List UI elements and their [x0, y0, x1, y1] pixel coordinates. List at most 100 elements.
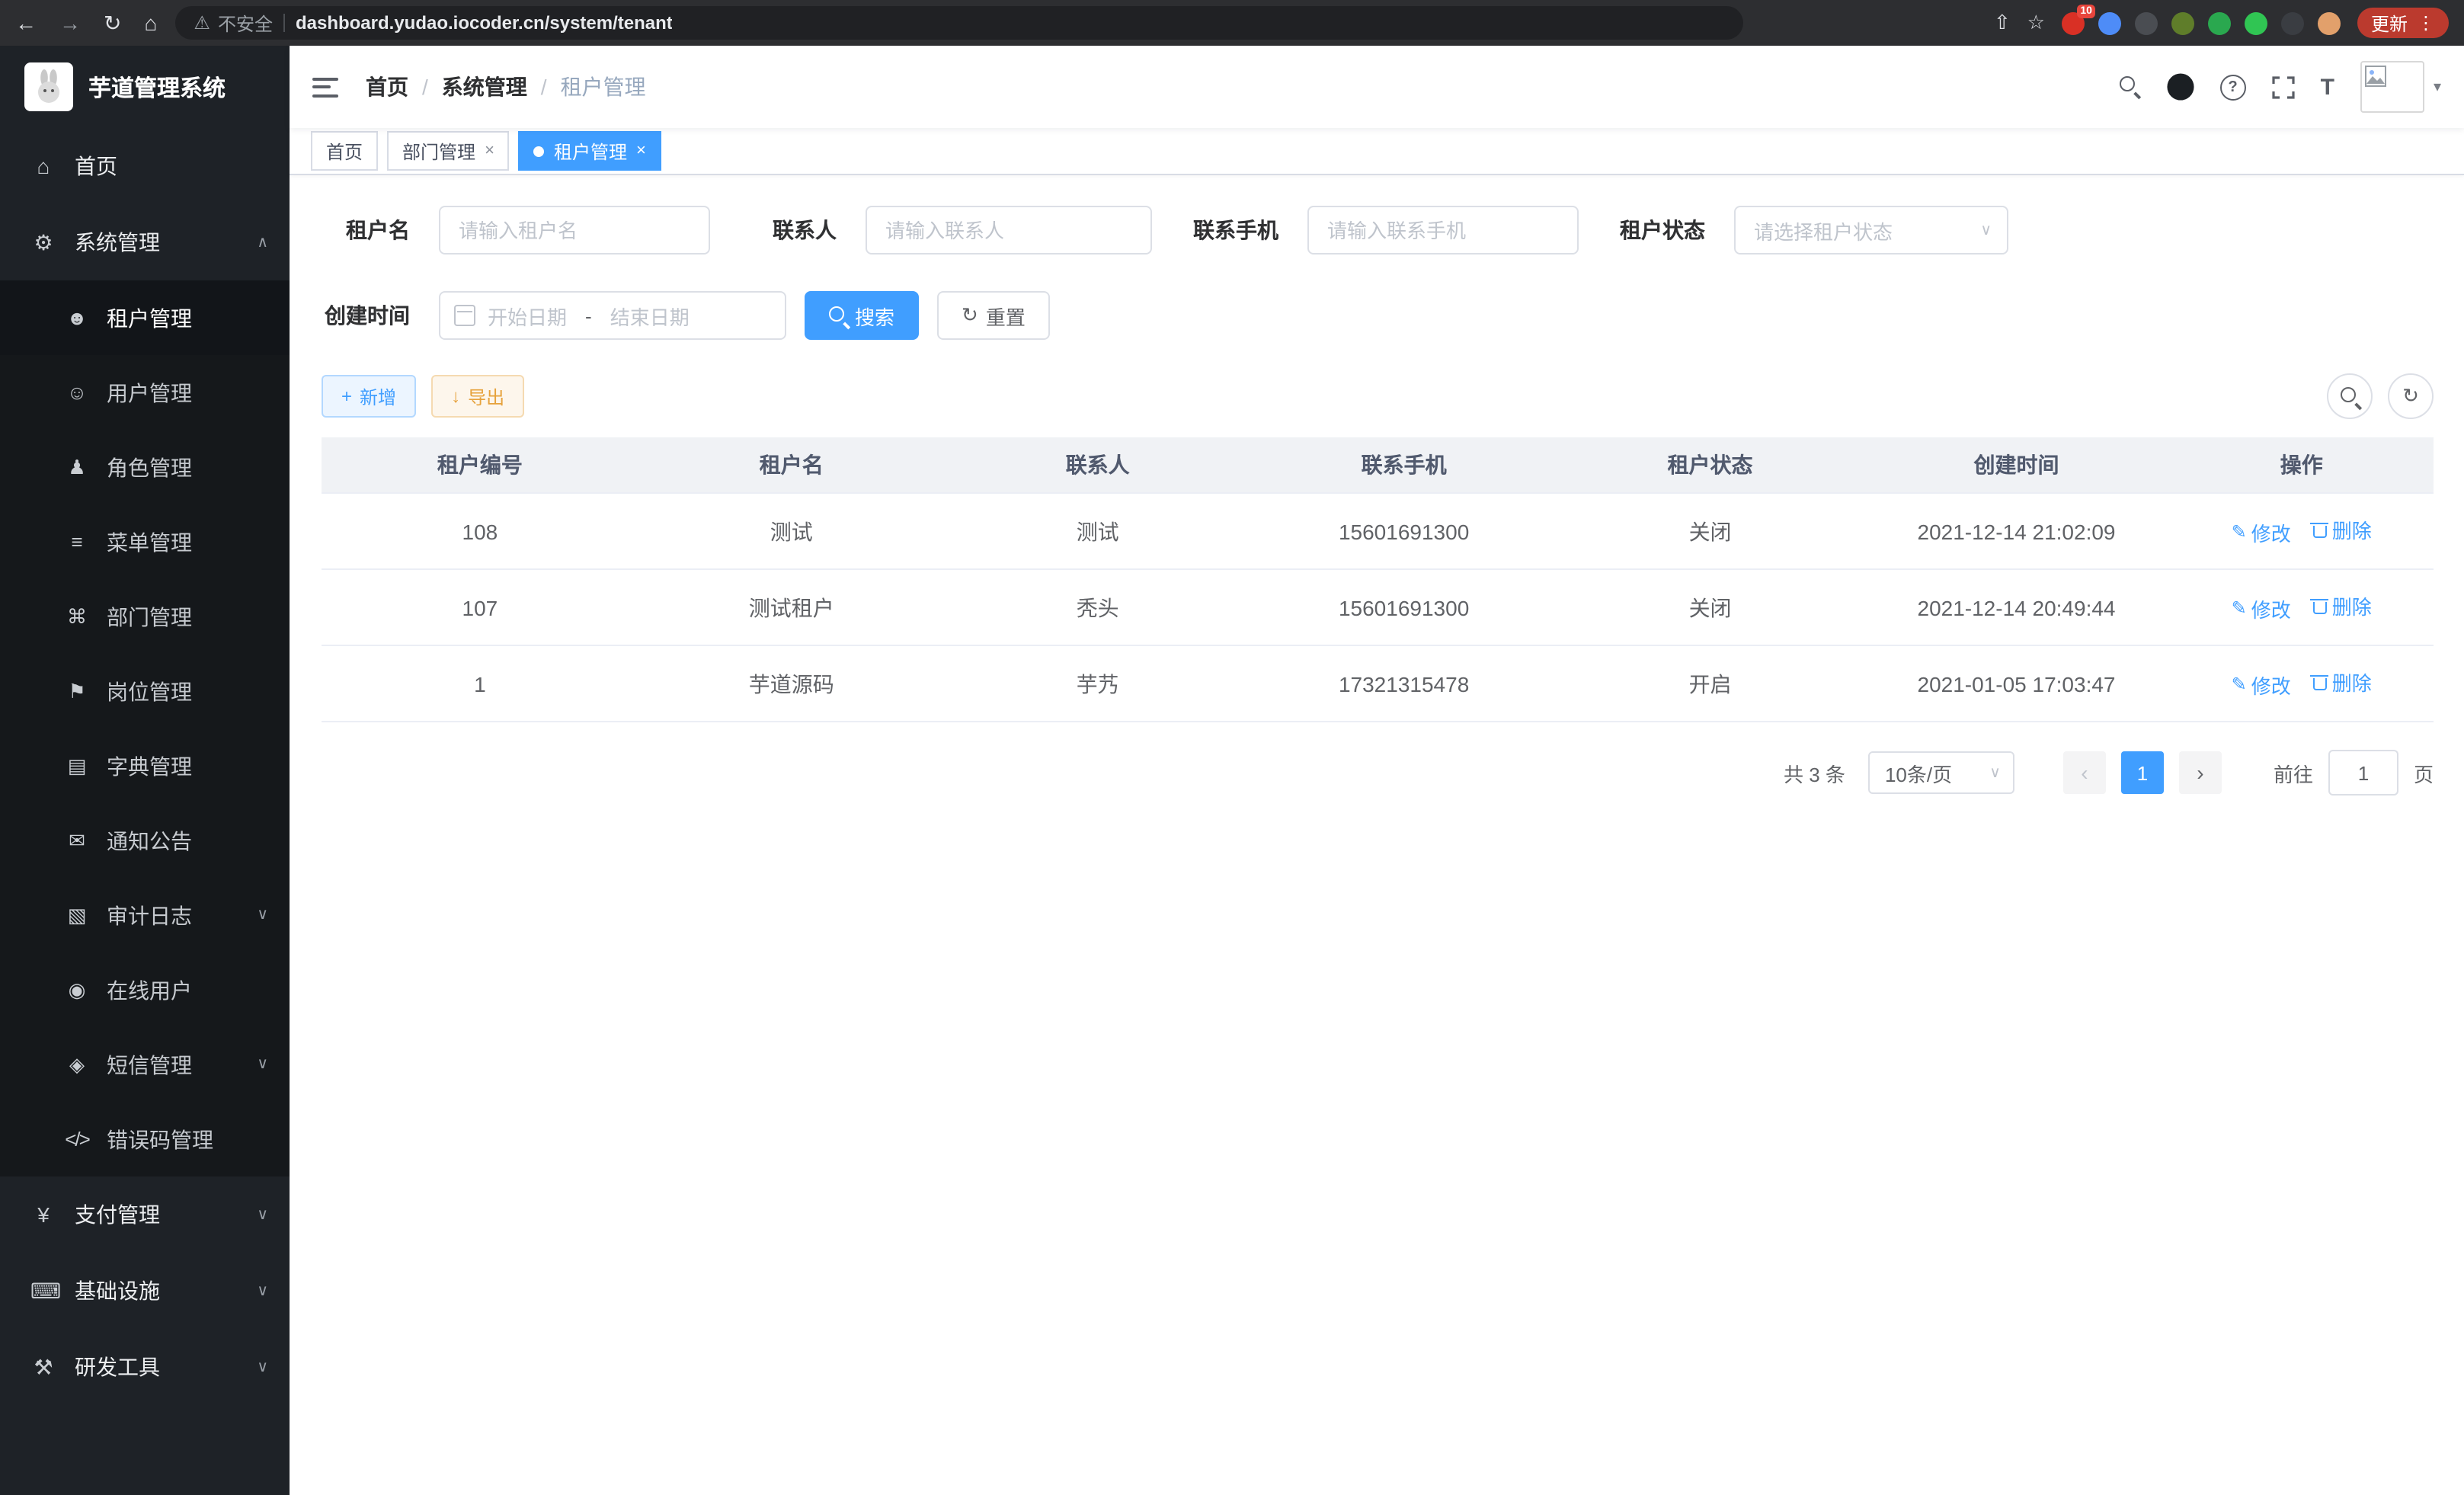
sidebar-item-infra[interactable]: ⌨ 基础设施 ∨	[0, 1253, 290, 1329]
home-icon: ⌂	[30, 154, 56, 178]
sidebar-item-post[interactable]: ⚑ 岗位管理	[0, 654, 290, 728]
search-icon[interactable]	[2120, 76, 2141, 98]
extension-icon-7[interactable]	[2281, 11, 2304, 34]
delete-icon	[2312, 674, 2328, 691]
tab-home[interactable]: 首页	[311, 131, 378, 171]
close-icon[interactable]: ×	[485, 142, 494, 160]
table-header-row: 租户编号 租户名 联系人 联系手机 租户状态 创建时间 操作	[322, 437, 2434, 493]
extension-icon-1[interactable]: 10	[2062, 11, 2085, 34]
cell-status: 开启	[1557, 645, 1864, 722]
column-header-contact: 联系人	[945, 437, 1251, 493]
filter-tenant-name: 租户名	[322, 206, 710, 255]
sidebar-item-label: 支付管理	[75, 1199, 160, 1230]
chevron-down-icon: ∨	[257, 1282, 268, 1299]
search-button[interactable]: 搜索	[805, 291, 919, 340]
font-size-icon[interactable]: T	[2321, 74, 2334, 100]
cell-actions: ✎修改删除	[2169, 569, 2434, 645]
extension-icon-8[interactable]	[2318, 11, 2341, 34]
sidebar-item-label: 菜单管理	[107, 527, 192, 557]
github-icon[interactable]	[2167, 73, 2194, 101]
sidebar-item-tenant[interactable]: ☻ 租户管理	[0, 280, 290, 355]
pagination: 共 3 条 10条/页 ∨ ‹ 1 › 前往 页	[322, 750, 2434, 796]
cell-phone: 15601691300	[1251, 493, 1557, 569]
star-icon[interactable]: ☆	[2027, 11, 2045, 35]
sidebar-item-label: 研发工具	[75, 1352, 160, 1382]
contact-input[interactable]	[866, 206, 1152, 255]
filter-create-time: 创建时间 开始日期 - 结束日期	[322, 291, 786, 340]
sidebar-item-errcode[interactable]: </> 错误码管理	[0, 1102, 290, 1176]
edit-button[interactable]: ✎修改	[2232, 518, 2291, 547]
sidebar-item-menu[interactable]: ≡ 菜单管理	[0, 504, 290, 579]
help-icon[interactable]: ?	[2220, 74, 2246, 100]
prev-page-button[interactable]: ‹	[2063, 751, 2106, 794]
refresh-button[interactable]: ↻	[2388, 373, 2434, 419]
tab-tenant[interactable]: 租户管理 ×	[519, 131, 661, 171]
column-header-created: 创建时间	[1864, 437, 2170, 493]
sidebar-item-home[interactable]: ⌂ 首页	[0, 128, 290, 204]
breadcrumb-home[interactable]: 首页	[366, 72, 408, 102]
add-button[interactable]: + 新增	[322, 375, 416, 418]
chevron-down-icon: ∨	[257, 907, 268, 924]
cell-name: 芋道源码	[638, 645, 945, 722]
sidebar-item-payment[interactable]: ¥ 支付管理 ∨	[0, 1176, 290, 1253]
page-button-1[interactable]: 1	[2121, 751, 2164, 794]
back-button[interactable]: ←	[15, 11, 37, 35]
table-tools: ↻	[2327, 373, 2434, 419]
security-label: 不安全	[218, 10, 273, 36]
browser-menu-icon[interactable]: ⋮	[2417, 12, 2435, 34]
table-toolbar: + 新增 ↓ 导出 ↻	[322, 373, 2434, 419]
delete-button[interactable]: 删除	[2312, 668, 2372, 697]
next-page-button[interactable]: ›	[2179, 751, 2222, 794]
sidebar-item-audit[interactable]: ▧ 审计日志 ∨	[0, 878, 290, 952]
security-indicator[interactable]: ⚠ 不安全	[194, 10, 273, 36]
sidebar-item-dept[interactable]: ⌘ 部门管理	[0, 579, 290, 654]
extension-icon-2[interactable]	[2098, 11, 2121, 34]
sidebar-item-dict[interactable]: ▤ 字典管理	[0, 728, 290, 803]
sidebar-item-role[interactable]: ♟ 角色管理	[0, 430, 290, 504]
edit-button[interactable]: ✎修改	[2232, 671, 2291, 699]
breadcrumb-system[interactable]: 系统管理	[442, 72, 527, 102]
edit-button[interactable]: ✎修改	[2232, 594, 2291, 623]
status-select[interactable]: 请选择租户状态 ∨	[1734, 206, 2008, 255]
url-bar[interactable]: ⚠ 不安全 dashboard.yudao.iocoder.cn/system/…	[175, 6, 1743, 40]
browser-chrome: ← → ↻ ⌂ ⚠ 不安全 dashboard.yudao.iocoder.cn…	[0, 0, 2464, 46]
signal-icon: ◉	[64, 978, 90, 1002]
forward-button[interactable]: →	[59, 11, 81, 35]
export-button[interactable]: ↓ 导出	[431, 375, 524, 418]
extension-icon-3[interactable]	[2135, 11, 2158, 34]
update-button[interactable]: 更新 ⋮	[2357, 8, 2449, 38]
cell-contact: 秃头	[945, 569, 1251, 645]
sidebar-item-sms[interactable]: ◈ 短信管理 ∨	[0, 1027, 290, 1102]
close-icon[interactable]: ×	[636, 142, 646, 160]
sidebar-item-user[interactable]: ☺ 用户管理	[0, 355, 290, 430]
delete-button[interactable]: 删除	[2312, 516, 2372, 545]
logo-row[interactable]: 芋道管理系统	[0, 46, 290, 128]
sidebar-item-system[interactable]: ⚙ 系统管理 ∧	[0, 204, 290, 280]
avatar-dropdown[interactable]: ▾	[2360, 61, 2441, 113]
extension-icon-6[interactable]	[2245, 11, 2267, 34]
share-icon[interactable]: ⇧	[1994, 11, 2011, 35]
search-toggle-button[interactable]	[2327, 373, 2373, 419]
tenant-name-input[interactable]	[439, 206, 710, 255]
chevron-down-icon: ∨	[257, 1359, 268, 1375]
phone-input[interactable]	[1307, 206, 1579, 255]
sidebar-item-notice[interactable]: ✉ 通知公告	[0, 803, 290, 878]
extension-icon-4[interactable]	[2171, 11, 2194, 34]
chevron-down-icon: ∨	[257, 1056, 268, 1073]
status-label: 租户状态	[1617, 215, 1705, 245]
sidebar-item-online[interactable]: ◉ 在线用户	[0, 952, 290, 1027]
home-button[interactable]: ⌂	[144, 11, 157, 35]
reload-button[interactable]: ↻	[104, 10, 121, 36]
date-range-picker[interactable]: 开始日期 - 结束日期	[439, 291, 786, 340]
chevron-down-icon: ∨	[257, 1206, 268, 1223]
goto-page-input[interactable]	[2328, 750, 2398, 796]
delete-button[interactable]: 删除	[2312, 592, 2372, 621]
hamburger-button[interactable]	[312, 77, 338, 97]
reset-button[interactable]: ↻ 重置	[937, 291, 1050, 340]
page-size-select[interactable]: 10条/页 ∨	[1868, 751, 2014, 794]
fullscreen-icon[interactable]	[2272, 75, 2295, 98]
broken-image-icon	[2365, 66, 2386, 87]
tab-dept[interactable]: 部门管理 ×	[387, 131, 510, 171]
extension-icon-5[interactable]	[2208, 11, 2231, 34]
sidebar-item-devtools[interactable]: ⚒ 研发工具 ∨	[0, 1329, 290, 1405]
